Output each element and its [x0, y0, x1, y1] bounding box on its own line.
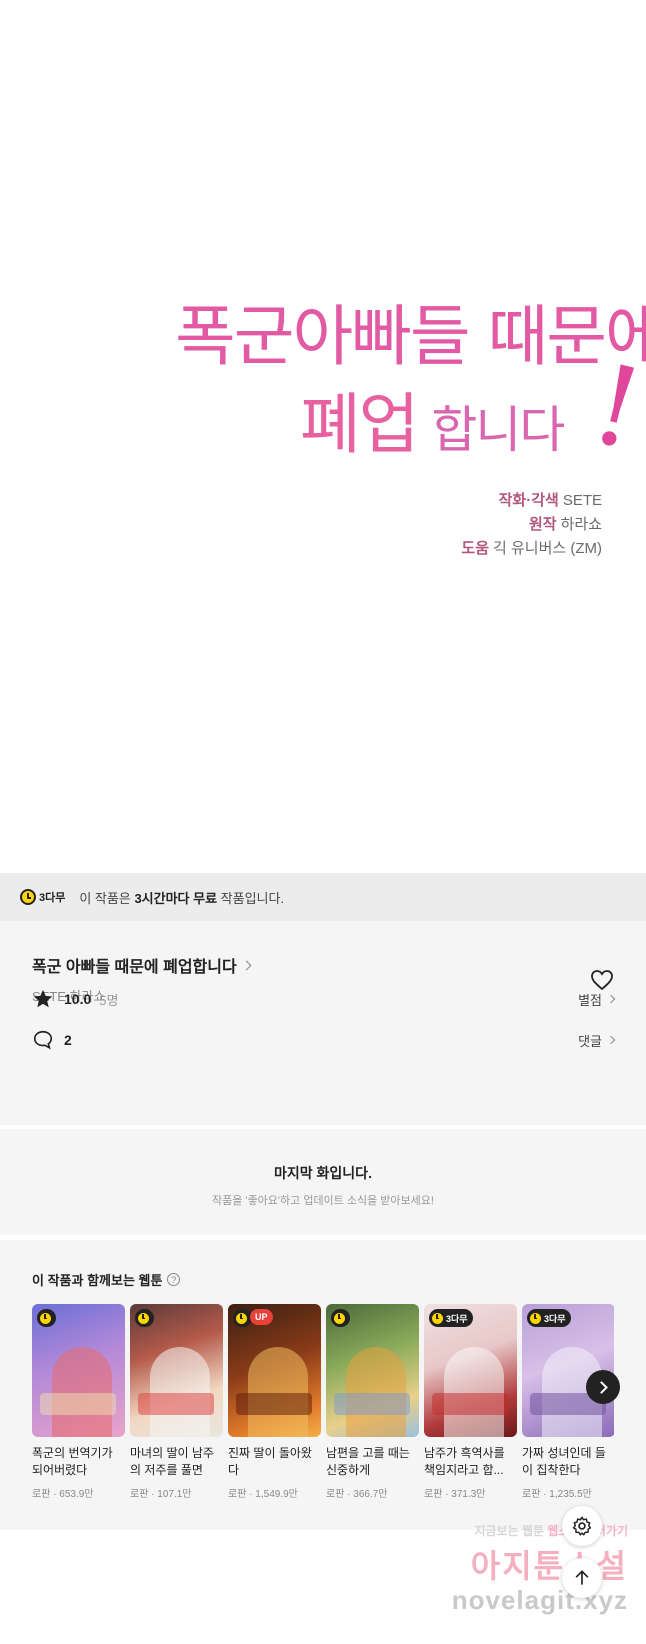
- last-episode-subtitle: 작품을 '좋아요'하고 업데이트 소식을 받아보세요!: [212, 1195, 434, 1207]
- title-logo: 폭군아빠들 때문에 폐업 합니다 !: [175, 283, 646, 474]
- recommend-card-title[interactable]: 가짜 성녀인데 들이 집착한다: [522, 1445, 614, 1479]
- chevron-right-icon: [606, 994, 616, 1004]
- recommend-thumbnail[interactable]: [130, 1304, 223, 1437]
- recommend-card-title[interactable]: 남편을 고를 때는 신중하게: [326, 1445, 419, 1479]
- recommend-card-meta: 로판 · 366.7만: [326, 1489, 388, 1500]
- recommend-card-title[interactable]: 폭군의 번역기가 되어버렸다: [32, 1445, 125, 1479]
- credits: 작화·각색 SETE 원작 하라쇼 도움 긱 유니버스 (ZM): [461, 489, 602, 561]
- wait-free-badge: [135, 1309, 154, 1327]
- recommend-thumbnail[interactable]: [32, 1304, 125, 1437]
- logo-line2-big: 폐업: [300, 386, 419, 463]
- recommend-card-title[interactable]: 마녀의 딸이 남주의 저주를 풀면: [130, 1445, 223, 1479]
- thumbnail-figure: [248, 1347, 308, 1437]
- credit-assist: 도움 긱 유니버스 (ZM): [461, 540, 602, 557]
- recommend-thumbnail[interactable]: 3다무: [424, 1304, 517, 1437]
- thumbnail-title-art: [236, 1393, 312, 1415]
- recommend-card-meta: 로판 · 1,549.9만: [228, 1489, 298, 1500]
- update-badge: UP: [250, 1309, 273, 1325]
- recommend-thumbnail[interactable]: [326, 1304, 419, 1437]
- credit-original: 원작 하라쇼: [528, 516, 602, 533]
- logo-line1: 폭군아빠들 때문에: [175, 298, 646, 375]
- thumbnail-figure: [346, 1347, 406, 1437]
- thumbnail-title-art: [40, 1393, 116, 1415]
- recommend-card[interactable]: UP 진짜 딸이 돌아왔다로판 · 1,549.9만: [228, 1304, 321, 1500]
- logo-line2-small: 합니다: [417, 401, 565, 459]
- rating-count: 5명: [99, 992, 119, 1008]
- recommend-card[interactable]: 폭군의 번역기가 되어버렸다로판 · 653.9만: [32, 1304, 125, 1500]
- wait-free-badge: 3다무: [527, 1309, 571, 1327]
- recommend-section: 이 작품과 함께보는 웹툰? 폭군의 번역기가 되어버렸다로판 · 653.9만…: [0, 1240, 646, 1530]
- wait-free-badge: [331, 1309, 350, 1327]
- watermark-line3: novelagit.xyz: [451, 1585, 628, 1615]
- chevron-right-icon: [594, 1380, 608, 1394]
- last-episode-title: 마지막 화입니다.: [274, 1165, 372, 1181]
- free-notice-text: 이 작품은 3시간마다 무료 작품입니다.: [79, 890, 285, 906]
- recommend-card[interactable]: 마녀의 딸이 남주의 저주를 풀면로판 · 107.1만: [130, 1304, 223, 1500]
- recommend-card[interactable]: 남편을 고를 때는 신중하게로판 · 366.7만: [326, 1304, 419, 1500]
- rating-value: 10.0: [64, 991, 92, 1007]
- scroll-top-button[interactable]: [562, 1558, 602, 1598]
- chevron-right-icon: [606, 1035, 616, 1045]
- recommend-card-title[interactable]: 남주가 흑역사를 책임지라고 합...: [424, 1445, 517, 1479]
- thumbnail-title-art: [334, 1393, 410, 1415]
- help-icon[interactable]: ?: [167, 1273, 181, 1286]
- clock-icon: [20, 889, 36, 905]
- series-title-link[interactable]: 폭군 아빠들 때문에 폐업합니다: [32, 953, 614, 977]
- recommend-title: 이 작품과 함께보는 웹툰?: [32, 1270, 181, 1289]
- credit-art: 작화·각색 SETE: [498, 492, 602, 509]
- series-info: 폭군 아빠들 때문에 폐업합니다 SETE,하라쇼 10.0 5명 별점 2 댓…: [0, 921, 646, 1125]
- recommend-card-meta: 로판 · 653.9만: [32, 1489, 94, 1500]
- clock-icon: [431, 1311, 444, 1325]
- clock-icon: [235, 1311, 248, 1325]
- arrow-up-icon: [575, 1570, 589, 1585]
- thumbnail-figure: [444, 1347, 504, 1437]
- thumbnail-title-art: [432, 1393, 508, 1415]
- comment-row: 2 댓글: [32, 1028, 616, 1052]
- comment-link[interactable]: 댓글: [578, 1031, 616, 1050]
- comment-count: 2: [64, 1032, 72, 1048]
- rating-link[interactable]: 별점: [578, 990, 616, 1009]
- comic-panel: 폭군아빠들 때문에 폐업 합니다 ! 작화·각색 SETE 원작 하라쇼 도움 긱 유…: [0, 0, 646, 873]
- thumbnail-figure: [150, 1347, 210, 1437]
- watermark: 지금보는 웹툰 웹소설 보러가기 아지툰소설 novelagit.xyz: [452, 1522, 628, 1616]
- clock-icon: [529, 1311, 542, 1325]
- wait-free-badge: 3다무: [429, 1309, 473, 1327]
- clock-icon: [39, 1311, 52, 1325]
- recommend-thumbnail[interactable]: UP: [228, 1304, 321, 1437]
- wait-free-badge: 3다무: [20, 889, 65, 905]
- recommend-card-meta: 로판 · 1,235.5만: [522, 1489, 592, 1500]
- gear-icon: [572, 1516, 592, 1536]
- clock-icon: [333, 1311, 346, 1325]
- rating-row: 10.0 5명 별점: [32, 987, 616, 1011]
- last-episode-notice: 마지막 화입니다. 작품을 '좋아요'하고 업데이트 소식을 받아보세요!: [0, 1129, 646, 1235]
- recommend-card[interactable]: 3다무남주가 흑역사를 책임지라고 합... 로판 · 371.3만: [424, 1304, 517, 1500]
- logo-line2: 폐업 합니다: [300, 371, 565, 467]
- thumbnail-figure: [52, 1347, 112, 1437]
- free-notice-bar: 3다무 이 작품은 3시간마다 무료 작품입니다.: [0, 873, 646, 921]
- thumbnail-title-art: [138, 1393, 214, 1415]
- recommend-card-title[interactable]: 진짜 딸이 돌아왔다: [228, 1445, 321, 1479]
- settings-button[interactable]: [562, 1506, 602, 1546]
- wait-free-badge: [37, 1309, 56, 1327]
- star-icon: [33, 989, 53, 1008]
- comment-icon: [33, 1030, 53, 1050]
- carousel-next-button[interactable]: [586, 1370, 620, 1404]
- recommend-card-meta: 로판 · 107.1만: [130, 1489, 192, 1500]
- recommend-carousel: 폭군의 번역기가 되어버렸다 로판 · 653.9만 마녀의 딸이 남주의 저주를 …: [32, 1304, 614, 1504]
- recommend-card-meta: 로판 · 371.3만: [424, 1489, 486, 1500]
- clock-icon: [137, 1311, 150, 1325]
- chevron-right-icon: [241, 960, 252, 970]
